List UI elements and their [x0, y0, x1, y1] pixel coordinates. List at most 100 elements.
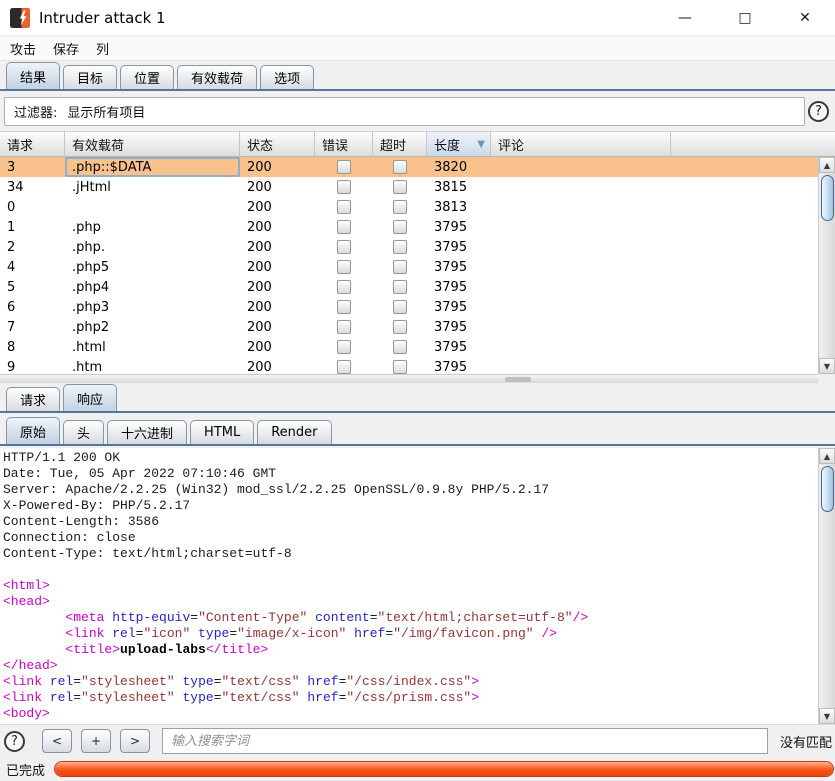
cell-status[interactable]: 200	[240, 357, 315, 374]
cell-length[interactable]: 3795	[427, 237, 491, 257]
cell-request[interactable]: 1	[0, 217, 65, 237]
table-row[interactable]: 9.htm2003795	[0, 357, 818, 374]
table-horizontal-scrollbar[interactable]	[0, 374, 818, 383]
cell-payload[interactable]: .php	[65, 217, 240, 237]
tab-target[interactable]: 目标	[63, 65, 117, 89]
scroll-up-icon[interactable]: ▲	[819, 157, 835, 173]
cell-comment[interactable]	[491, 197, 671, 217]
error-checkbox[interactable]	[337, 220, 351, 234]
table-scrollbar-thumb[interactable]	[821, 175, 834, 221]
error-checkbox[interactable]	[337, 280, 351, 294]
cell-length[interactable]: 3815	[427, 177, 491, 197]
search-previous-button[interactable]: <	[42, 729, 72, 753]
cell-payload[interactable]: .php4	[65, 277, 240, 297]
column-header-length[interactable]: 长度▼	[427, 131, 491, 157]
close-button[interactable]: ✕	[775, 0, 835, 36]
cell-length[interactable]: 3795	[427, 297, 491, 317]
scroll-down-icon[interactable]: ▼	[819, 708, 835, 724]
maximize-button[interactable]: □	[715, 0, 775, 36]
response-body[interactable]: HTTP/1.1 200 OKDate: Tue, 05 Apr 2022 07…	[0, 448, 818, 724]
cell-payload[interactable]: .html	[65, 337, 240, 357]
cell-status[interactable]: 200	[240, 197, 315, 217]
menu-item-save[interactable]: 保存	[53, 39, 79, 58]
error-checkbox[interactable]	[337, 180, 351, 194]
cell-length[interactable]: 3795	[427, 337, 491, 357]
timeout-checkbox[interactable]	[393, 180, 407, 194]
cell-status[interactable]: 200	[240, 297, 315, 317]
cell-status[interactable]: 200	[240, 217, 315, 237]
cell-request[interactable]: 4	[0, 257, 65, 277]
timeout-checkbox[interactable]	[393, 360, 407, 374]
cell-length[interactable]: 3795	[427, 217, 491, 237]
cell-comment[interactable]	[491, 257, 671, 277]
table-row[interactable]: 2.php.2003795	[0, 237, 818, 257]
tab-results[interactable]: 结果	[6, 62, 60, 89]
tab-hex[interactable]: 十六进制	[107, 420, 187, 444]
tab-positions[interactable]: 位置	[120, 65, 174, 89]
cell-payload[interactable]: .php3	[65, 297, 240, 317]
tab-options[interactable]: 选项	[260, 65, 314, 89]
timeout-checkbox[interactable]	[393, 200, 407, 214]
cell-length[interactable]: 3795	[427, 277, 491, 297]
cell-request[interactable]: 7	[0, 317, 65, 337]
search-help-icon[interactable]: ?	[4, 731, 25, 752]
timeout-checkbox[interactable]	[393, 340, 407, 354]
column-header-status[interactable]: 状态	[240, 131, 315, 157]
cell-comment[interactable]	[491, 337, 671, 357]
cell-length[interactable]: 3795	[427, 317, 491, 337]
cell-comment[interactable]	[491, 217, 671, 237]
timeout-checkbox[interactable]	[393, 160, 407, 174]
timeout-checkbox[interactable]	[393, 240, 407, 254]
cell-length[interactable]: 3820	[427, 157, 491, 177]
error-checkbox[interactable]	[337, 260, 351, 274]
error-checkbox[interactable]	[337, 320, 351, 334]
scroll-down-icon[interactable]: ▼	[819, 358, 835, 374]
error-checkbox[interactable]	[337, 160, 351, 174]
cell-status[interactable]: 200	[240, 337, 315, 357]
search-next-button[interactable]: >	[120, 729, 150, 753]
minimize-button[interactable]: —	[655, 0, 715, 36]
search-input[interactable]	[162, 728, 768, 754]
table-row[interactable]: 02003813	[0, 197, 818, 217]
search-add-button[interactable]: +	[81, 729, 111, 753]
error-checkbox[interactable]	[337, 300, 351, 314]
horizontal-scrollbar-thumb[interactable]	[505, 377, 531, 382]
column-header-comment[interactable]: 评论	[491, 131, 671, 157]
cell-comment[interactable]	[491, 277, 671, 297]
tab-headers[interactable]: 头	[63, 420, 104, 444]
column-header-request[interactable]: 请求	[0, 131, 65, 157]
table-row[interactable]: 1.php200 3795	[0, 217, 818, 237]
cell-payload[interactable]: .php2	[65, 317, 240, 337]
cell-request[interactable]: 0	[0, 197, 65, 217]
timeout-checkbox[interactable]	[393, 220, 407, 234]
cell-comment[interactable]	[491, 157, 671, 177]
menu-item-columns[interactable]: 列	[96, 39, 109, 58]
tab-payloads[interactable]: 有效载荷	[177, 65, 257, 89]
error-checkbox[interactable]	[337, 200, 351, 214]
cell-status[interactable]: 200	[240, 277, 315, 297]
tab-request[interactable]: 请求	[6, 387, 60, 411]
cell-request[interactable]: 2	[0, 237, 65, 257]
cell-status[interactable]: 200	[240, 157, 315, 177]
menu-item-attack[interactable]: 攻击	[10, 39, 36, 58]
column-header-payload[interactable]: 有效载荷	[65, 131, 240, 157]
cell-payload[interactable]: .htm	[65, 357, 240, 374]
table-row[interactable]: 5.php4200 3795	[0, 277, 818, 297]
cell-payload[interactable]	[65, 197, 240, 217]
table-vertical-scrollbar[interactable]: ▲ ▼	[818, 157, 835, 374]
filter-bar[interactable]: 过滤器: 显示所有项目	[4, 97, 805, 126]
timeout-checkbox[interactable]	[393, 260, 407, 274]
error-checkbox[interactable]	[337, 240, 351, 254]
cell-comment[interactable]	[491, 317, 671, 337]
cell-request[interactable]: 6	[0, 297, 65, 317]
response-vertical-scrollbar[interactable]: ▲ ▼	[818, 448, 835, 724]
cell-request[interactable]: 8	[0, 337, 65, 357]
cell-comment[interactable]	[491, 237, 671, 257]
cell-comment[interactable]	[491, 297, 671, 317]
cell-comment[interactable]	[491, 357, 671, 374]
cell-request[interactable]: 5	[0, 277, 65, 297]
tab-html[interactable]: HTML	[190, 420, 254, 444]
table-row[interactable]: 34.jHtml2003815	[0, 177, 818, 197]
timeout-checkbox[interactable]	[393, 280, 407, 294]
table-row[interactable]: 8.html200 3795	[0, 337, 818, 357]
